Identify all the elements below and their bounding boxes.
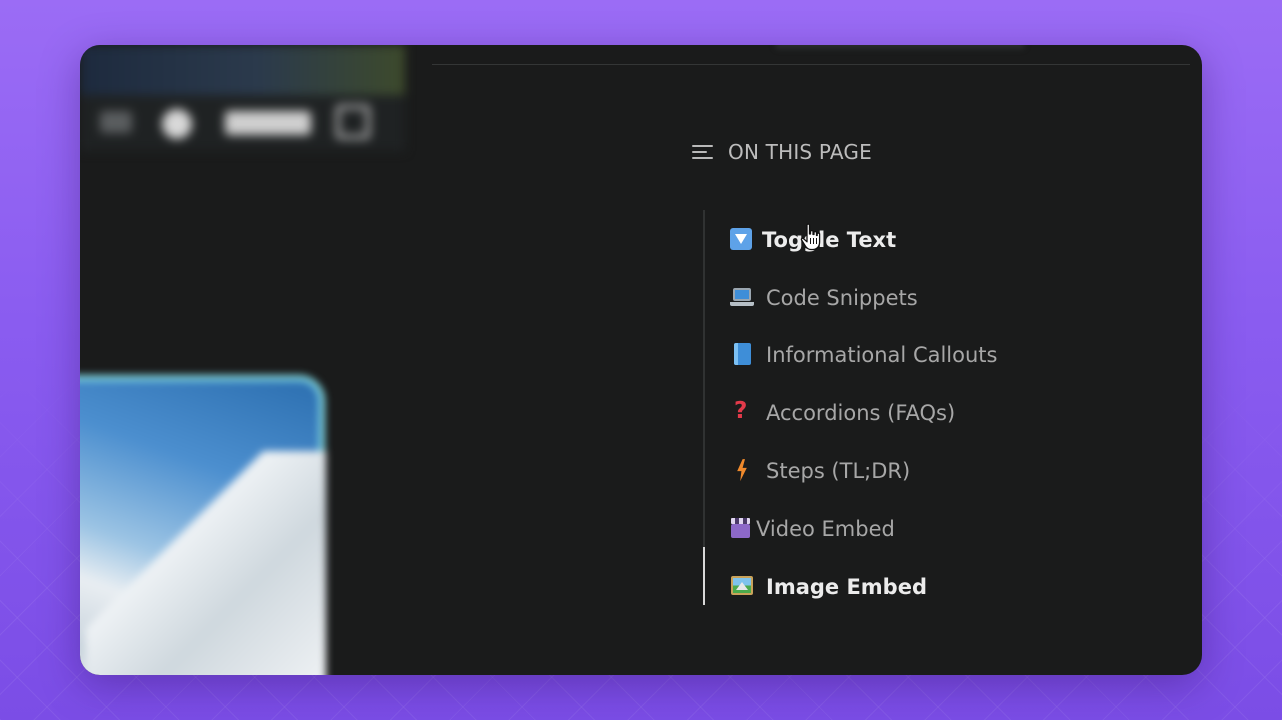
toc-item-label: Image Embed [766, 574, 927, 599]
app-window: ON THIS PAGE Toggle Text Code Snippets I… [80, 45, 1202, 675]
toc-item-label: Accordions (FAQs) [766, 401, 956, 426]
toc-item-steps[interactable]: Steps (TL;DR) [730, 442, 997, 500]
toc-header: ON THIS PAGE [692, 140, 872, 164]
laptop-icon [730, 286, 756, 308]
toc-list: Toggle Text Code Snippets Informational … [730, 211, 997, 616]
toc-item-accordions[interactable]: Accordions (FAQs) [730, 384, 997, 442]
toc-item-image-embed[interactable]: Image Embed [730, 558, 997, 616]
down-arrow-button-icon [730, 227, 752, 250]
toc-active-indicator [703, 547, 705, 605]
blurred-logo [225, 111, 311, 135]
toc-item-label: Informational Callouts [766, 343, 998, 368]
blurred-fullscreen-icon [336, 105, 370, 139]
lightning-icon [730, 459, 756, 481]
header-divider [432, 64, 1190, 65]
toc-item-toggle-text[interactable]: Toggle Text [730, 211, 997, 269]
toc-track [703, 210, 705, 605]
toc-item-label: Steps (TL;DR) [766, 459, 911, 484]
toc-item-label: Toggle Text [762, 227, 897, 252]
blurred-menu-icon [100, 111, 132, 133]
toc-item-video-embed[interactable]: Video Embed [730, 500, 997, 558]
blurred-avatar-icon [162, 109, 192, 139]
blue-book-icon [730, 343, 756, 366]
toc-item-informational-callouts[interactable]: Informational Callouts [730, 327, 997, 385]
clapper-board-icon [730, 517, 752, 539]
toc-title: ON THIS PAGE [728, 140, 872, 164]
question-mark-icon [730, 398, 756, 424]
blurred-embed-toolbar [80, 45, 405, 155]
blurred-image-card [80, 375, 326, 675]
framed-picture-icon [730, 575, 756, 597]
mountain-image [86, 451, 326, 675]
toc-item-code-snippets[interactable]: Code Snippets [730, 269, 997, 327]
toc-item-label: Video Embed [756, 516, 895, 541]
list-icon [692, 143, 714, 161]
hand-cursor-icon [800, 223, 821, 251]
toc-item-label: Code Snippets [766, 285, 918, 310]
blurred-top-element [775, 45, 1025, 49]
